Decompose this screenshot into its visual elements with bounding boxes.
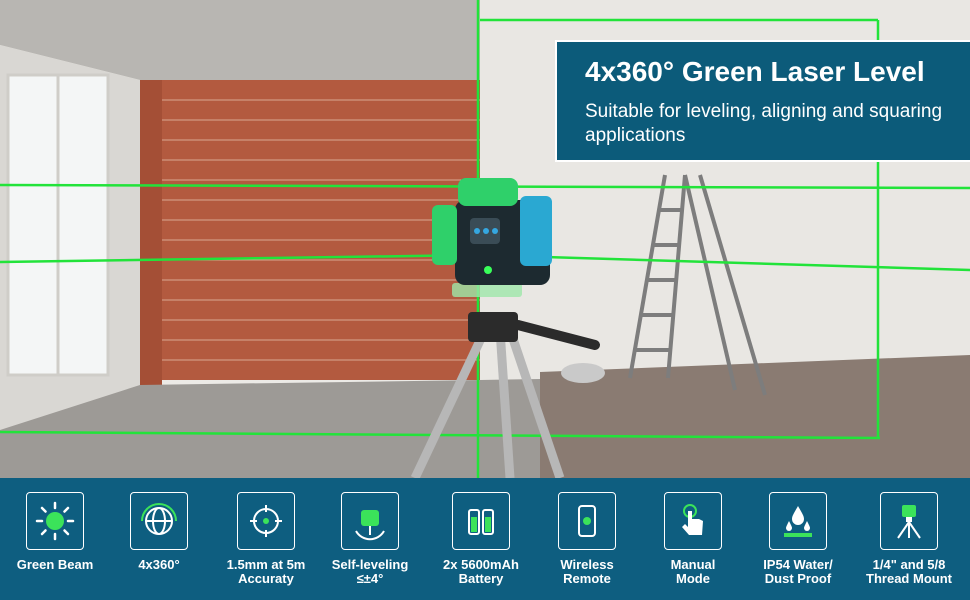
feature-label: Manual xyxy=(670,557,716,572)
feature-green-beam: Green Beam xyxy=(2,492,108,572)
brick-pillar xyxy=(140,80,162,385)
water-drops-icon xyxy=(769,492,827,550)
feature-label-2: ≤±4° xyxy=(356,571,384,586)
feature-label-2: Thread Mount xyxy=(866,571,952,586)
bucket xyxy=(561,363,605,383)
feature-label: 4x360° xyxy=(138,557,180,572)
product-image: 4x360° Green Laser Level Suitable for le… xyxy=(0,0,970,600)
banner-subtitle: Suitable for leveling, aligning and squa… xyxy=(585,101,943,146)
feature-strip: Green Beam 4x360° 1.5mm at 5m Accuraty S… xyxy=(0,478,970,600)
tripod-mount-icon xyxy=(880,492,938,550)
feature-wireless-remote: Wireless Remote xyxy=(534,492,640,586)
feature-ip54: IP54 Water/ Dust Proof xyxy=(745,492,851,586)
feature-battery: 2x 5600mAh Battery xyxy=(428,492,534,586)
feature-label: Green Beam xyxy=(16,557,94,572)
banner-title: 4x360° Green Laser Level xyxy=(585,56,925,87)
feature-label: 1/4" and 5/8 xyxy=(872,557,946,572)
remote-icon xyxy=(558,492,616,550)
feature-label-2: Dust Proof xyxy=(764,571,832,586)
feature-label: Self-leveling xyxy=(331,557,409,572)
feature-thread-mount: 1/4" and 5/8 Thread Mount xyxy=(856,492,962,586)
accuracy-target-icon xyxy=(237,492,295,550)
feature-accuracy: 1.5mm at 5m Accuraty xyxy=(213,492,319,586)
feature-label-2: Mode xyxy=(676,571,710,586)
feature-self-leveling: Self-leveling ≤±4° xyxy=(317,492,423,586)
feature-label-2: Battery xyxy=(458,571,504,586)
feature-4x360: 4x360° xyxy=(106,492,212,572)
battery-icon xyxy=(452,492,510,550)
feature-label: IP54 Water/ xyxy=(763,557,833,572)
feature-label: 2x 5600mAh xyxy=(443,557,519,572)
title-banner: 4x360° Green Laser Level Suitable for le… xyxy=(555,40,970,162)
feature-label-2: Accuraty xyxy=(238,571,294,586)
feature-label-2: Remote xyxy=(563,571,611,586)
sun-icon xyxy=(26,492,84,550)
hand-pointer-icon xyxy=(664,492,722,550)
globe-360-icon xyxy=(130,492,188,550)
feature-label: Wireless xyxy=(560,557,614,572)
feature-manual-mode: Manual Mode xyxy=(640,492,746,586)
feature-label: 1.5mm at 5m xyxy=(226,557,306,572)
self-leveling-icon xyxy=(341,492,399,550)
